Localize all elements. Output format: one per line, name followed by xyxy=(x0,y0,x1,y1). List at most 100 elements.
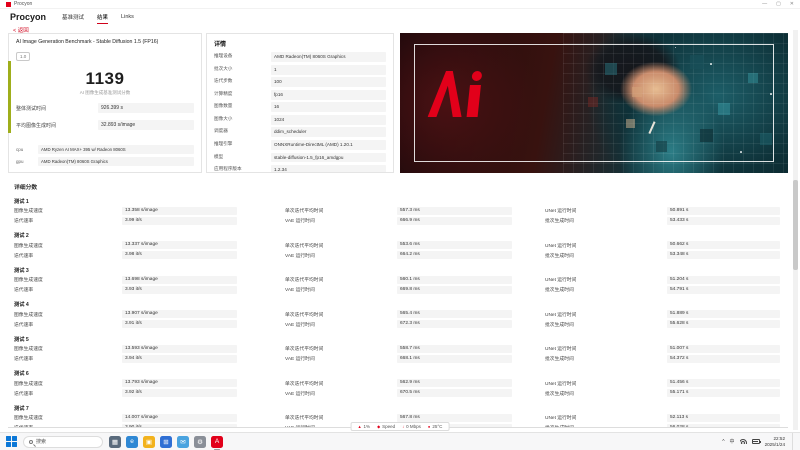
taskbar-app-icon[interactable]: ⊞ xyxy=(160,436,172,448)
search-label: 搜索 xyxy=(36,438,46,445)
taskbar-clock[interactable]: 22:52 2025/1/24 xyxy=(765,436,785,447)
metric-value: 3.93 it/s xyxy=(122,286,237,294)
metric-value: 3.92 it/s xyxy=(122,389,237,397)
result-group: 测试 2图像生成速度13.337 s/image单次迭代平均时间553.6 ms… xyxy=(8,232,788,260)
monitor-item-icon: ◆ xyxy=(377,424,380,429)
metric-value: 13.698 s/image xyxy=(122,276,237,284)
result-row: 迭代速率3.99 it/sVAE 运行时间666.9 ms批次生成时间53.43… xyxy=(8,216,788,226)
taskbar-app-icon[interactable]: ✉ xyxy=(177,436,189,448)
result-group-title: 测试 2 xyxy=(14,232,788,240)
metric-label: VAE 运行时间 xyxy=(237,252,397,259)
window-title: Procyon xyxy=(14,1,32,7)
result-row: 迭代速率3.94 it/sVAE 运行时间668.1 ms批次生成时间54.37… xyxy=(8,354,788,364)
metric-value: 3.90 it/s xyxy=(122,424,237,429)
monitor-item-icon: ▲ xyxy=(358,424,362,429)
metric-value: 51.889 s xyxy=(667,310,780,318)
tab-links[interactable]: Links xyxy=(121,9,134,25)
wifi-icon[interactable] xyxy=(740,439,747,444)
mosaic-pixel xyxy=(656,141,667,152)
taskbar-app-icon[interactable]: ⚙ xyxy=(194,436,206,448)
metric-value: 553.6 ms xyxy=(397,241,512,249)
detail-row: 应用程序版本 1.2.34 xyxy=(214,165,386,173)
detail-value: fp16 xyxy=(271,90,386,100)
metric-label: 图像生成速度 xyxy=(8,276,122,283)
monitor-item-text: Speed xyxy=(382,424,395,429)
metric-label: 批次生成时间 xyxy=(512,217,667,224)
taskbar-app-icon[interactable]: ▣ xyxy=(143,436,155,448)
particle-dot xyxy=(675,47,676,48)
mosaic-pixel xyxy=(605,63,617,75)
taskbar-app-icon[interactable]: ▦ xyxy=(109,436,121,448)
performance-monitor-widget[interactable]: ▲ 1% ◆ Speed ↓ 0 Mbps ● 25°C xyxy=(351,422,450,431)
metric-value: 3.91 it/s xyxy=(122,320,237,328)
taskbar-search[interactable]: 搜索 xyxy=(23,436,103,448)
monitor-item-icon: ● xyxy=(428,424,430,429)
metric-label: 单次迭代平均时间 xyxy=(237,276,397,283)
windows-taskbar: 搜索 ▦ e ▣ ⊞ ✉ ⚙ A ^ 中 22:52 2025/1/24 xyxy=(0,432,800,450)
metric-value: 13.593 s/image xyxy=(122,345,237,353)
metric-value: 50.662 s xyxy=(667,241,780,249)
result-group: 测试 6图像生成速度13.793 s/image单次迭代平均时间562.9 ms… xyxy=(8,370,788,398)
result-group-title: 测试 6 xyxy=(14,370,788,378)
taskbar-app-icon[interactable]: A xyxy=(211,436,223,448)
overall-time-value: 926.399 s xyxy=(98,103,194,113)
metric-label: 图像生成速度 xyxy=(8,414,122,421)
metric-value: 13.337 s/image xyxy=(122,241,237,249)
scrollbar-thumb[interactable] xyxy=(793,180,798,270)
detail-row: 模型 stable-diffusion-1.5_fp16_amdgpu xyxy=(214,153,386,163)
hardware-info: cpu AMD Ryzen AI MAX+ 395 w/ Radeon 8060… xyxy=(16,142,194,166)
metric-label: 迭代速率 xyxy=(8,252,122,259)
result-group: 测试 4图像生成速度13.907 s/image单次迭代平均时间565.4 ms… xyxy=(8,301,788,329)
battery-icon[interactable] xyxy=(752,439,760,444)
detailed-results-title: 详细分数 xyxy=(14,182,788,191)
close-button[interactable]: ✕ xyxy=(790,0,794,9)
maximize-button[interactable]: ▢ xyxy=(776,0,781,9)
minimize-button[interactable]: — xyxy=(762,0,767,9)
detail-row: 图像大小 1024 xyxy=(214,115,386,125)
nav-tabs: 基准测试 结果 Links xyxy=(62,9,134,25)
metric-value: 54.372 s xyxy=(667,355,780,363)
result-group-title: 测试 3 xyxy=(14,267,788,275)
metric-value: 562.9 ms xyxy=(397,379,512,387)
search-icon xyxy=(29,440,33,444)
detail-label: 调度器 xyxy=(214,127,266,134)
monitor-item-text: 1% xyxy=(364,424,371,429)
mosaic-pixel xyxy=(626,119,635,128)
start-button[interactable] xyxy=(6,436,17,447)
metric-value: 565.4 ms xyxy=(397,310,512,318)
detail-value: 100 xyxy=(271,77,386,87)
monitor-item: ▲ 1% xyxy=(358,424,370,429)
result-group: 测试 5图像生成速度13.593 s/image单次迭代平均时间558.7 ms… xyxy=(8,336,788,364)
metric-label: 迭代速率 xyxy=(8,286,122,293)
detail-row: 批次大小 1 xyxy=(214,65,386,75)
show-desktop-button[interactable] xyxy=(792,433,794,450)
ai-logo-letter-a xyxy=(428,71,467,117)
metric-label: 迭代速率 xyxy=(8,217,122,224)
window-titlebar: Procyon — ▢ ✕ xyxy=(0,0,800,9)
score-summary-card: AI Image Generation Benchmark - Stable D… xyxy=(8,33,202,173)
taskbar-app-icons: ▦ e ▣ ⊞ ✉ ⚙ A xyxy=(109,436,223,448)
detail-value: stable-diffusion-1.5_fp16_amdgpu xyxy=(271,153,386,163)
result-row: 图像生成速度13.793 s/image单次迭代平均时间562.9 msUNet… xyxy=(8,378,788,388)
metric-value: 56.028 s xyxy=(667,424,780,429)
metric-label: 迭代速率 xyxy=(8,390,122,397)
tab-benchmarks[interactable]: 基准测试 xyxy=(62,9,84,25)
tab-results[interactable]: 结果 xyxy=(97,9,108,25)
details-field-list: 推理设备 AMD Radeon(TM) 8060S Graphics 批次大小 … xyxy=(214,52,386,173)
metric-label: UNet 运行时间 xyxy=(512,311,667,318)
vertical-scrollbar[interactable] xyxy=(793,30,798,430)
detail-label: 推理引擎 xyxy=(214,140,266,147)
metric-label: 单次迭代平均时间 xyxy=(237,380,397,387)
ime-indicator[interactable]: 中 xyxy=(730,438,735,445)
metric-label: 批次生成时间 xyxy=(512,390,667,397)
taskbar-app-icon[interactable]: e xyxy=(126,436,138,448)
metric-value: 558.7 ms xyxy=(397,345,512,353)
metric-label: 批次生成时间 xyxy=(512,286,667,293)
metric-value: 53.348 s xyxy=(667,251,780,259)
window-controls: — ▢ ✕ xyxy=(762,0,794,9)
mosaic-pixel xyxy=(760,133,772,145)
metric-label: 批次生成时间 xyxy=(512,424,667,428)
metric-value: 666.9 ms xyxy=(397,217,512,225)
hidden-icons-chevron[interactable]: ^ xyxy=(722,439,724,445)
monitor-item: ↓ 0 Mbps xyxy=(402,424,421,429)
